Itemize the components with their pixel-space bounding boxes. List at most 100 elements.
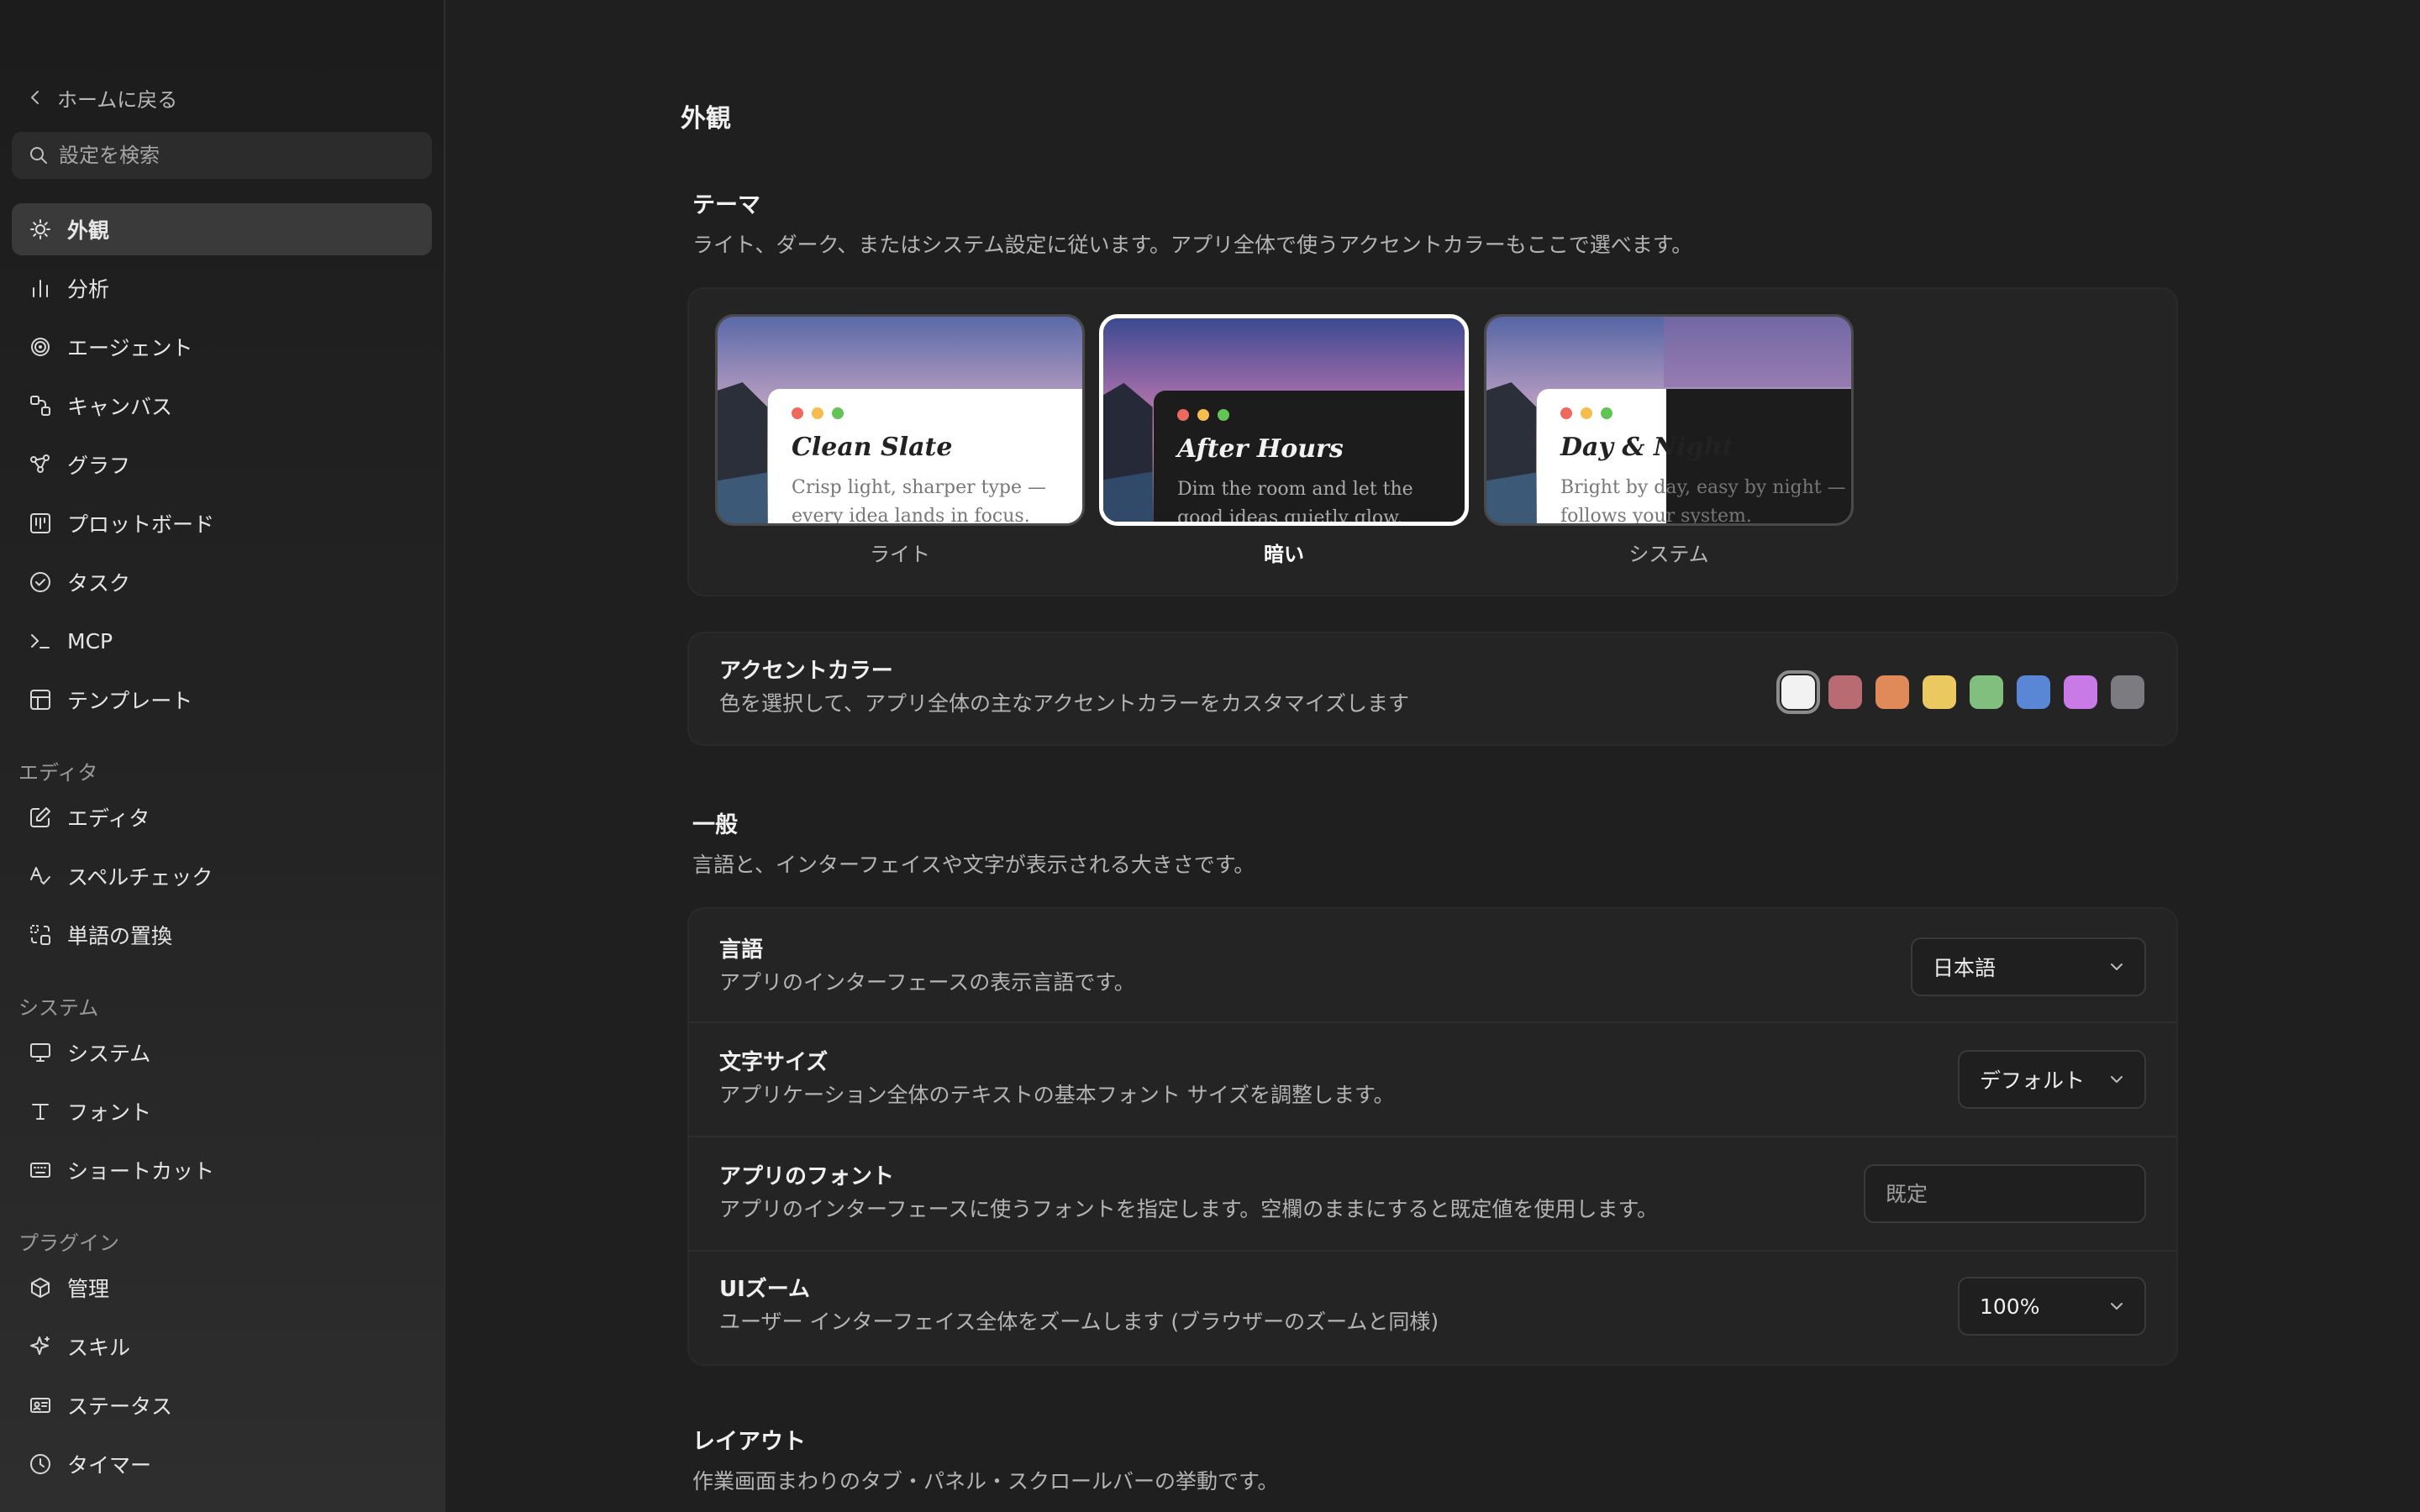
sidebar-item-label: タイマー [67, 1453, 152, 1478]
close-dot-icon [792, 407, 803, 419]
chevron-down-icon [2111, 1303, 2123, 1310]
sidebar-item-appearance[interactable]: 外観 [12, 203, 432, 255]
graph-icon [30, 454, 50, 473]
ui-zoom-select[interactable]: 100% [1958, 1277, 2146, 1336]
sparkle-icon [30, 1336, 50, 1355]
sidebar-item-canvas[interactable]: キャンバス [12, 380, 432, 432]
keyboard-icon [30, 1163, 50, 1178]
sidebar-item-label: フォント [67, 1100, 152, 1125]
sidebar-item-tasks[interactable]: タスク [12, 556, 432, 608]
search-input[interactable] [59, 144, 412, 167]
accent-color-description: 色を選択して、アプリ全体の主なアクセントカラーをカスタマイズします [719, 691, 1410, 716]
sun-icon [30, 219, 50, 239]
general-section-title: 一般 [692, 812, 738, 838]
sidebar-item-analytics[interactable]: 分析 [12, 262, 432, 314]
theme-preview-subtitle: Crisp light, sharper type — every idea l… [792, 477, 1046, 526]
sidebar-item-manage[interactable]: 管理 [12, 1262, 432, 1314]
window-controls [1560, 407, 1851, 419]
back-label: ホームに戻る [57, 87, 178, 112]
theme-option-dark[interactable]: After Hours Dim the room and let the goo… [1099, 314, 1469, 526]
accent-swatch[interactable] [2111, 675, 2144, 709]
sidebar-item-label: タスク [67, 571, 131, 596]
sidebar-item-status[interactable]: ステータス [12, 1379, 432, 1431]
minimize-dot-icon [1197, 409, 1209, 421]
sidebar-item-label: スキル [67, 1336, 131, 1360]
ui-zoom-description: ユーザー インターフェイス全体をズームします (ブラウザーのズームと同様) [719, 1310, 1439, 1334]
sidebar-item-font[interactable]: フォント [12, 1085, 432, 1137]
sidebar-item-label: ステータス [67, 1394, 173, 1419]
sidebar-item-agent[interactable]: エージェント [12, 321, 432, 373]
ui-zoom-title: UIズーム [719, 1277, 811, 1302]
sidebar-item-graph[interactable]: グラフ [12, 438, 432, 491]
window-controls [792, 407, 1082, 419]
sidebar-item-label: MCP [67, 628, 113, 654]
accent-swatch[interactable] [1776, 670, 1820, 714]
chevron-down-icon [2111, 1076, 2123, 1083]
sidebar-item-skills[interactable]: スキル [12, 1320, 432, 1373]
language-title: 言語 [719, 937, 764, 963]
edit-icon [30, 807, 50, 827]
sidebar-item-shortcuts[interactable]: ショートカット [12, 1144, 432, 1196]
search-icon [30, 147, 47, 164]
sidebar-item-editor[interactable]: エディタ [12, 791, 432, 843]
sidebar-item-label: システム [67, 1042, 151, 1066]
font-size-select[interactable]: デフォルト [1958, 1050, 2146, 1109]
type-icon [32, 1104, 49, 1120]
canvas-icon [30, 396, 50, 416]
font-size-title: 文字サイズ [719, 1050, 829, 1075]
minimize-dot-icon [1581, 407, 1592, 419]
theme-option-light[interactable]: Clean Slate Crisp light, sharper type — … [715, 314, 1085, 526]
sidebar-section-system: システム [18, 996, 99, 1020]
accent-swatch[interactable] [2064, 675, 2097, 709]
sidebar-item-label: エージェント [67, 336, 193, 360]
theme-preview-title: Clean Slate [792, 433, 953, 462]
back-to-home-button[interactable]: ホームに戻る [27, 82, 177, 113]
language-select-value: 日本語 [1933, 956, 1996, 980]
theme-preview-subtitle: Dim the room and let the good ideas quie… [1177, 479, 1413, 526]
sidebar-item-spellcheck[interactable]: スペルチェック [12, 850, 432, 902]
accent-swatch[interactable] [1828, 675, 1862, 709]
accent-swatch[interactable] [2017, 675, 2050, 709]
font-size-select-value: デフォルト [1980, 1068, 2086, 1093]
accent-swatch[interactable] [1923, 675, 1956, 709]
sidebar-item-label: 管理 [67, 1277, 110, 1301]
sidebar-item-mcp[interactable]: MCP [12, 615, 432, 667]
kanban-icon [30, 513, 50, 533]
sidebar-item-label: 外観 [67, 218, 110, 243]
clock-icon [30, 1454, 50, 1474]
sidebar-item-label: 単語の置換 [67, 924, 173, 948]
language-select[interactable]: 日本語 [1911, 937, 2146, 996]
settings-search[interactable] [12, 132, 432, 179]
sidebar-item-label: グラフ [67, 454, 131, 478]
row-divider [689, 1250, 2176, 1252]
sidebar-item-templates[interactable]: テンプレート [12, 674, 432, 726]
layout-section-description: 作業画面まわりのタブ・パネル・スクロールバーの挙動です。 [692, 1469, 1279, 1494]
close-dot-icon [1560, 407, 1572, 419]
sidebar-item-system[interactable]: システム [12, 1026, 432, 1079]
replace-icon [30, 925, 50, 945]
chevron-down-icon [2111, 963, 2123, 970]
general-section-description: 言語と、インターフェイスや文字が表示される大きさです。 [692, 853, 1255, 877]
theme-preview-title: After Hours [1177, 434, 1344, 464]
accent-swatch[interactable] [1970, 675, 2003, 709]
theme-label-light: ライト [870, 543, 930, 566]
theme-preview-window: Day & Night Bright by day, easy by night… [1537, 389, 1851, 523]
window-controls [1177, 409, 1465, 421]
theme-label-system: システム [1628, 543, 1709, 566]
accent-swatch[interactable] [1876, 675, 1909, 709]
language-description: アプリのインターフェースの表示言語です。 [719, 970, 1135, 995]
sidebar-item-timer[interactable]: タイマー [12, 1438, 432, 1490]
sidebar-item-word-replace[interactable]: 単語の置換 [12, 909, 432, 961]
sidebar-item-label: テンプレート [67, 689, 193, 713]
maximize-dot-icon [1601, 407, 1612, 419]
app-font-input[interactable] [1864, 1164, 2146, 1223]
close-dot-icon [1177, 409, 1189, 421]
bar-chart-icon [33, 280, 48, 297]
sidebar-section-editor: エディタ [18, 761, 98, 785]
sidebar-section-plugins: プラグイン [18, 1231, 119, 1255]
theme-label-dark: 暗い [1264, 543, 1304, 566]
sidebar-item-plotboard[interactable]: プロットボード [12, 497, 432, 549]
theme-preview-window: Clean Slate Crisp light, sharper type — … [768, 389, 1082, 526]
theme-option-system[interactable]: Day & Night Bright by day, easy by night… [1484, 314, 1854, 526]
theme-preview-window: After Hours Dim the room and let the goo… [1154, 391, 1465, 526]
